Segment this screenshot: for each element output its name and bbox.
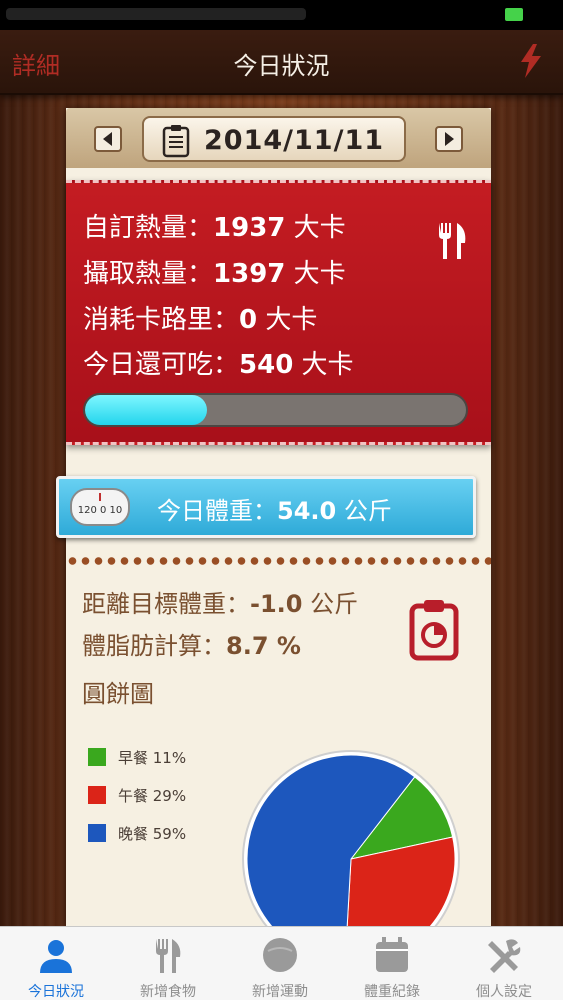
clipboard-chart-icon[interactable] <box>408 598 460 662</box>
fork-knife-icon <box>156 939 181 973</box>
legend-item-breakfast: 早餐 11% <box>88 738 186 776</box>
goal-distance-unit: 公斤 <box>302 590 359 618</box>
intake-calories-value: 1397 <box>213 259 286 289</box>
burned-calories: 消耗卡路里：0 大卡 <box>83 299 317 336</box>
intake-calories-unit: 大卡 <box>285 259 346 289</box>
remaining-calories-label: 今日還可吃： <box>83 350 240 380</box>
goal-distance-label: 距離目標體重： <box>82 590 250 618</box>
arrow-right-icon <box>445 132 454 146</box>
status-bar <box>0 0 563 30</box>
person-icon <box>40 940 72 973</box>
calendar-icon <box>376 937 408 972</box>
calorie-panel: 自訂熱量：1937 大卡 攝取熱量：1397 大卡 消耗卡路里：0 大卡 今日還… <box>66 180 491 445</box>
fork-knife-icon <box>439 223 466 259</box>
burned-calories-label: 消耗卡路里： <box>83 305 240 335</box>
tab-bar: 今日狀況 新增食物 新增運動 體重紀錄 個人設定 <box>0 926 563 1000</box>
today-weight-unit: 公斤 <box>336 497 392 525</box>
arrow-left-icon <box>103 132 112 146</box>
legend-item-dinner: 晚餐 59% <box>88 814 186 852</box>
custom-calories: 自訂熱量：1937 大卡 <box>83 207 346 244</box>
weight-button[interactable]: 120 0 10 今日體重：54.0 公斤 <box>56 476 476 538</box>
scale-icon: 120 0 10 <box>70 488 130 526</box>
legend-item-lunch: 午餐 29% <box>88 776 186 814</box>
today-weight-value: 54.0 <box>277 497 337 525</box>
custom-calories-label: 自訂熱量： <box>83 213 214 243</box>
legend-label-dinner: 晚餐 59% <box>118 824 187 843</box>
legend-label-breakfast: 早餐 11% <box>118 748 187 767</box>
body-fat: 體脂肪計算：8.7 % <box>82 626 301 661</box>
pie-chart-title: 圓餅圖 <box>82 680 154 708</box>
today-weight: 今日體重：54.0 公斤 <box>157 491 392 526</box>
tab-weight-record[interactable]: 體重紀錄 <box>336 927 448 1000</box>
lightning-icon[interactable] <box>513 42 549 80</box>
exercise-icon <box>263 938 297 972</box>
date-bar: 2014/11/11 <box>66 108 491 168</box>
tab-personal-settings[interactable]: 個人設定 <box>448 927 560 1000</box>
tab-add-food[interactable]: 新增食物 <box>112 927 224 1000</box>
remaining-calories-value: 540 <box>239 350 294 380</box>
tab-add-food-label: 新增食物 <box>140 984 196 1000</box>
legend-label-lunch: 午餐 29% <box>118 786 187 805</box>
legend-swatch-lunch <box>88 786 106 804</box>
previous-day-button[interactable] <box>94 126 122 152</box>
custom-calories-value: 1937 <box>213 213 286 243</box>
remaining-calories: 今日還可吃：540 大卡 <box>83 344 354 381</box>
tools-icon <box>488 939 521 973</box>
date-selector[interactable]: 2014/11/11 <box>142 116 406 162</box>
tab-today-status-label: 今日狀況 <box>28 984 84 1000</box>
tab-weight-record-label: 體重紀錄 <box>364 984 420 1000</box>
legend-swatch-dinner <box>88 824 106 842</box>
tab-add-exercise-label: 新增運動 <box>252 984 308 1000</box>
tab-add-exercise[interactable]: 新增運動 <box>224 927 336 1000</box>
page-title: 今日狀況 <box>233 52 330 80</box>
today-weight-label: 今日體重： <box>157 497 277 525</box>
scale-icon-text: 120 0 10 <box>78 505 123 516</box>
status-bar-info <box>6 8 306 20</box>
tab-personal-settings-label: 個人設定 <box>476 984 532 1000</box>
body-fat-label: 體脂肪計算： <box>82 632 226 660</box>
remaining-calories-unit: 大卡 <box>293 350 354 380</box>
calorie-progress-fill <box>85 395 207 425</box>
custom-calories-unit: 大卡 <box>285 213 346 243</box>
next-day-button[interactable] <box>435 126 463 152</box>
calorie-progress-bar <box>83 393 468 427</box>
navigation-bar: 詳細 今日狀況 <box>0 30 563 95</box>
pie-legend: 早餐 11% 午餐 29% 晚餐 59% <box>88 738 186 852</box>
legend-swatch-breakfast <box>88 748 106 766</box>
burned-calories-value: 0 <box>239 305 258 335</box>
battery-icon <box>505 8 523 21</box>
goal-distance-value: -1.0 <box>250 590 303 618</box>
body-fat-value: 8.7 % <box>226 632 301 660</box>
goal-weight-distance: 距離目標體重：-1.0 公斤 <box>82 584 358 619</box>
intake-calories: 攝取熱量：1397 大卡 <box>83 253 346 290</box>
tab-today-status[interactable]: 今日狀況 <box>0 927 112 1000</box>
dotted-divider <box>66 556 491 566</box>
current-date: 2014/11/11 <box>204 125 385 156</box>
burned-calories-unit: 大卡 <box>257 305 318 335</box>
clipboard-icon <box>162 125 190 158</box>
intake-calories-label: 攝取熱量： <box>83 259 214 289</box>
